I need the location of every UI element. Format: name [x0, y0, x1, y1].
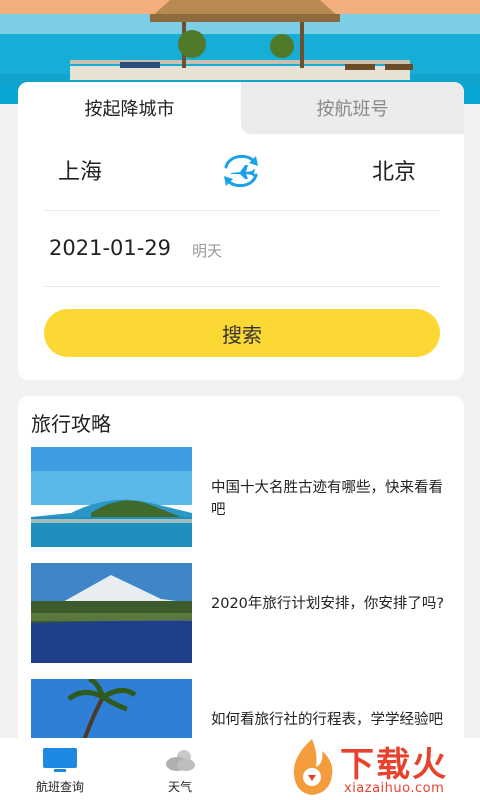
- swap-cities-button[interactable]: [220, 152, 262, 190]
- article-title: 2020年旅行计划安排，你安排了吗?: [211, 596, 445, 612]
- travel-guides-card: 旅行攻略 中国十大名胜古迹有哪些，快来看看吧 2020年旅行计划安排，你安排了吗…: [18, 396, 464, 756]
- nav-item-flight-query[interactable]: 航班查询: [0, 738, 120, 800]
- article-title: 如何看旅行社的行程表，学学经验吧: [211, 712, 443, 728]
- tab-by-city[interactable]: 按起降城市: [18, 82, 241, 134]
- departure-city[interactable]: 上海: [58, 154, 102, 186]
- divider: [44, 210, 440, 211]
- weather-icon: [162, 746, 198, 774]
- article-title: 中国十大名胜古迹有哪些，快来看看吧: [211, 480, 443, 518]
- list-item[interactable]: 2020年旅行计划安排，你安排了吗?: [31, 563, 451, 663]
- flame-logo-icon: [293, 739, 333, 795]
- search-mode-tabs: 按起降城市 按航班号: [18, 82, 464, 134]
- monitor-icon: [42, 746, 78, 774]
- tab-by-flight-number[interactable]: 按航班号: [241, 82, 464, 134]
- nav-label: 航班查询: [35, 780, 84, 794]
- divider: [44, 286, 440, 287]
- section-title: 旅行攻略: [31, 412, 111, 436]
- arrival-city[interactable]: 北京: [372, 154, 416, 186]
- watermark-url: xiazaihuo.com: [344, 781, 445, 796]
- site-watermark: 下载火 xiazaihuo.com: [282, 735, 480, 800]
- island-beach-image: [31, 447, 192, 547]
- flight-search-card: 按起降城市 按航班号 上海 北京 2021-01-29 明天 搜索: [18, 82, 464, 380]
- watermark-text: 下载火: [340, 745, 448, 785]
- plane-swap-icon: [224, 154, 258, 188]
- list-item[interactable]: 中国十大名胜古迹有哪些，快来看看吧: [31, 447, 451, 547]
- mountain-lake-image: [31, 563, 192, 663]
- date-relative-label: 明天: [192, 242, 223, 260]
- departure-date[interactable]: 2021-01-29: [49, 236, 171, 260]
- nav-label: 天气: [167, 780, 192, 794]
- search-button[interactable]: 搜索: [44, 309, 440, 357]
- nav-item-weather[interactable]: 天气: [120, 738, 240, 800]
